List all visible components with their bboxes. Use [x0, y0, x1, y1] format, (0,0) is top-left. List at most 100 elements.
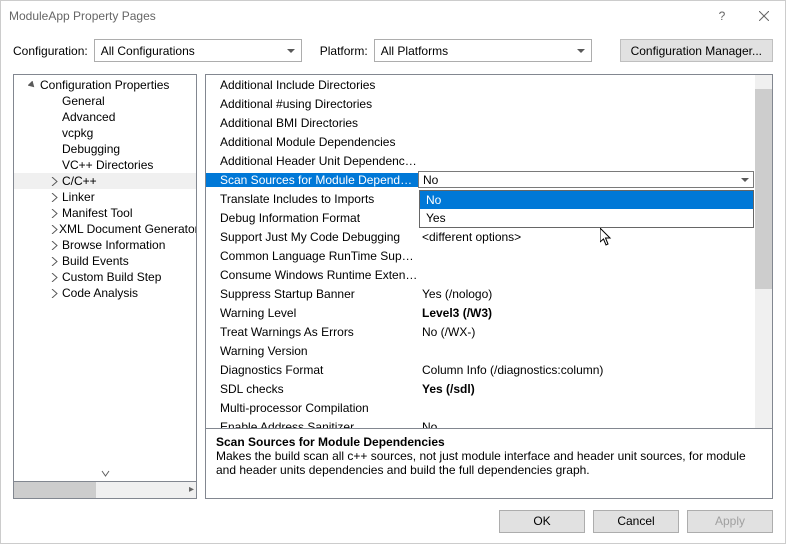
property-row[interactable]: Warning LevelLevel3 (/W3) [206, 303, 772, 322]
property-grid[interactable]: Additional Include Directories Additional… [206, 75, 772, 428]
dropdown-option[interactable]: Yes [420, 209, 753, 227]
tree-item[interactable]: Code Analysis [14, 285, 196, 301]
property-row[interactable]: Enable Address SanitizerNo [206, 417, 772, 428]
tree-item-label: VC++ Directories [62, 158, 153, 172]
expand-icon[interactable] [50, 273, 62, 282]
tree-item-label: vcpkg [62, 126, 93, 140]
property-row[interactable]: Support Just My Code Debugging<different… [206, 227, 772, 246]
expand-icon[interactable] [50, 193, 62, 202]
property-row[interactable]: Consume Windows Runtime Extension [206, 265, 772, 284]
dropdown-option[interactable]: No [420, 191, 753, 209]
property-value[interactable]: Column Info (/diagnostics:column) [418, 363, 772, 377]
titlebar: ModuleApp Property Pages ? [1, 1, 785, 31]
close-button[interactable] [743, 1, 785, 31]
property-panel: Additional Include Directories Additional… [205, 74, 773, 499]
property-value-combo[interactable]: No [418, 171, 754, 188]
configuration-value: All Configurations [101, 44, 195, 58]
body: Configuration Properties GeneralAdvanced… [1, 74, 785, 499]
property-name: Suppress Startup Banner [206, 287, 418, 301]
property-row[interactable]: Additional #using Directories [206, 94, 772, 113]
property-value[interactable]: No [418, 171, 772, 188]
tree-item[interactable]: vcpkg [14, 125, 196, 141]
help-icon: ? [719, 9, 726, 23]
property-row[interactable]: Scan Sources for Module DependenciesNo [206, 170, 772, 189]
tree-item[interactable]: Linker [14, 189, 196, 205]
property-row[interactable]: Diagnostics FormatColumn Info (/diagnost… [206, 360, 772, 379]
platform-label: Platform: [320, 44, 368, 58]
grid-vertical-scrollbar[interactable] [755, 75, 772, 428]
scrollbar-thumb[interactable] [14, 482, 96, 498]
property-name: Multi-processor Compilation [206, 401, 418, 415]
tree-item[interactable]: Custom Build Step [14, 269, 196, 285]
tree-item[interactable]: General [14, 93, 196, 109]
property-row[interactable]: Additional Include Directories [206, 75, 772, 94]
property-row[interactable]: Warning Version [206, 341, 772, 360]
property-row[interactable]: Treat Warnings As ErrorsNo (/WX-) [206, 322, 772, 341]
description-title: Scan Sources for Module Dependencies [216, 435, 762, 449]
property-row[interactable]: Multi-processor Compilation [206, 398, 772, 417]
apply-button[interactable]: Apply [687, 510, 773, 533]
property-row[interactable]: Suppress Startup BannerYes (/nologo) [206, 284, 772, 303]
property-tree[interactable]: Configuration Properties GeneralAdvanced… [13, 74, 197, 482]
expand-icon[interactable] [50, 289, 62, 298]
scrollbar-thumb[interactable] [755, 89, 772, 289]
property-name: SDL checks [206, 382, 418, 396]
property-name: Warning Level [206, 306, 418, 320]
tree-item-label: General [62, 94, 105, 108]
tree-item[interactable]: C/C++ [14, 173, 196, 189]
property-row[interactable]: Common Language RunTime Support [206, 246, 772, 265]
help-button[interactable]: ? [701, 1, 743, 31]
property-row[interactable]: SDL checksYes (/sdl) [206, 379, 772, 398]
property-name: Additional BMI Directories [206, 116, 418, 130]
tree-item[interactable]: Build Events [14, 253, 196, 269]
expand-icon[interactable] [50, 225, 59, 234]
property-name: Warning Version [206, 344, 418, 358]
tree-item[interactable]: VC++ Directories [14, 157, 196, 173]
property-name: Treat Warnings As Errors [206, 325, 418, 339]
property-value[interactable]: Level3 (/W3) [418, 306, 772, 320]
property-description: Scan Sources for Module Dependencies Mak… [206, 428, 772, 498]
scroll-right-icon[interactable]: ▸ [189, 484, 194, 495]
expand-icon[interactable] [50, 241, 62, 250]
property-name: Debug Information Format [206, 211, 418, 225]
tree-item[interactable]: Debugging [14, 141, 196, 157]
tree-item-label: C/C++ [62, 174, 97, 188]
tree-horizontal-scrollbar[interactable]: ▸ [13, 482, 197, 499]
description-body: Makes the build scan all c++ sources, no… [216, 449, 762, 477]
configuration-combo[interactable]: All Configurations [94, 39, 302, 62]
tree-item[interactable]: Advanced [14, 109, 196, 125]
property-name: Additional Include Directories [206, 78, 418, 92]
platform-value: All Platforms [381, 44, 448, 58]
property-pages-dialog: ModuleApp Property Pages ? Configuration… [0, 0, 786, 544]
property-row[interactable]: Additional Header Unit Dependencies [206, 151, 772, 170]
property-value[interactable]: No [418, 420, 772, 429]
tree-scroll-down-icon[interactable] [14, 465, 196, 481]
property-value[interactable]: No (/WX-) [418, 325, 772, 339]
value-dropdown[interactable]: NoYes [419, 190, 754, 228]
tree-item-label: Custom Build Step [62, 270, 161, 284]
collapse-icon[interactable] [28, 81, 40, 90]
property-row[interactable]: Additional BMI Directories [206, 113, 772, 132]
tree-item[interactable]: Manifest Tool [14, 205, 196, 221]
tree-item-label: XML Document Generator [59, 222, 197, 236]
tree-item-label: Build Events [62, 254, 129, 268]
tree-item[interactable]: XML Document Generator [14, 221, 196, 237]
property-name: Scan Sources for Module Dependencies [206, 173, 418, 187]
expand-icon[interactable] [50, 257, 62, 266]
property-value[interactable]: Yes (/sdl) [418, 382, 772, 396]
expand-icon[interactable] [50, 177, 62, 186]
property-value[interactable]: <different options> [418, 230, 772, 244]
property-row[interactable]: Additional Module Dependencies [206, 132, 772, 151]
cancel-button[interactable]: Cancel [593, 510, 679, 533]
property-value[interactable]: Yes (/nologo) [418, 287, 772, 301]
expand-icon[interactable] [50, 209, 62, 218]
platform-combo[interactable]: All Platforms [374, 39, 592, 62]
tree-item[interactable]: Browse Information [14, 237, 196, 253]
property-name: Diagnostics Format [206, 363, 418, 377]
ok-button[interactable]: OK [499, 510, 585, 533]
configuration-manager-button[interactable]: Configuration Manager... [620, 39, 773, 62]
tree-item-label: Debugging [62, 142, 120, 156]
property-name: Support Just My Code Debugging [206, 230, 418, 244]
tree-item-label: Linker [62, 190, 95, 204]
tree-root[interactable]: Configuration Properties [14, 77, 196, 93]
